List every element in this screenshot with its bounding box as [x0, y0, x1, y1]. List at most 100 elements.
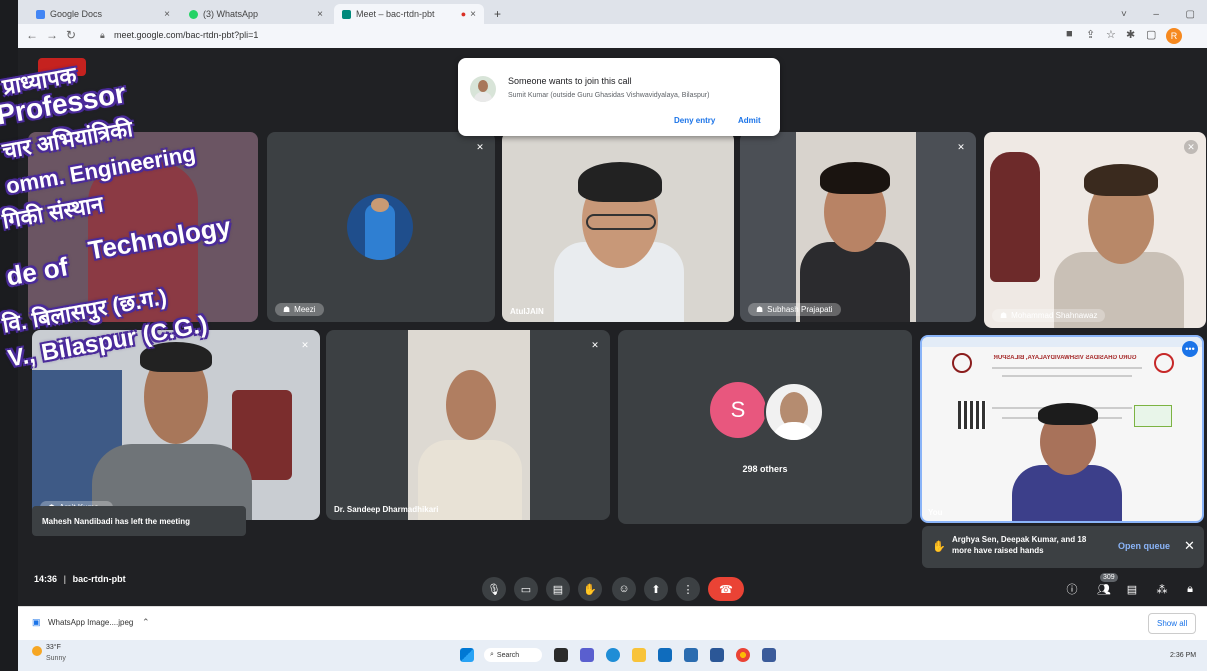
- participant-name: [36, 312, 52, 316]
- join-request-detail: Sumit Kumar (outside Guru Ghasidas Vishw…: [508, 92, 710, 99]
- microphone-button[interactable]: 🎙︎: [482, 577, 506, 601]
- hand-icon: ✋: [583, 583, 597, 596]
- glasses: [586, 214, 656, 230]
- chrome-icon[interactable]: [736, 648, 750, 662]
- meet-icon: [342, 9, 351, 19]
- browser-tab-bar: Google Docs × (3) WhatsApp × Meet – bac-…: [18, 0, 1207, 24]
- address-bar: ← → ↻ 🔒︎ meet.google.com/bac-rtdn-pbt?pl…: [18, 24, 1207, 48]
- others-avatar-initial: S: [710, 382, 766, 438]
- end-call-button[interactable]: ☎: [708, 577, 744, 601]
- task-view-icon[interactable]: [554, 648, 568, 662]
- info-icon: ⓘ: [1066, 584, 1078, 596]
- download-item[interactable]: WhatsApp Image....jpeg: [48, 618, 133, 627]
- more-options-button[interactable]: ⋮: [676, 577, 700, 601]
- avatar: [470, 76, 496, 102]
- store-icon[interactable]: [658, 648, 672, 662]
- chat-icon[interactable]: [580, 648, 594, 662]
- profile-avatar[interactable]: R: [1166, 28, 1182, 44]
- deny-entry-button[interactable]: Deny entry: [674, 116, 715, 125]
- mic-off-icon: ✕: [591, 339, 599, 350]
- more-vert-icon: ⋮: [682, 583, 694, 596]
- windows-start-icon[interactable]: [460, 648, 474, 662]
- others-tile[interactable]: S 298 others: [618, 330, 912, 524]
- close-icon[interactable]: ×: [164, 9, 170, 20]
- meeting-time: 14:36: [34, 574, 58, 584]
- raise-hand-button[interactable]: ✋: [578, 577, 602, 601]
- people-icon: 👥︎: [1097, 583, 1111, 596]
- captions-icon: ▤: [552, 583, 564, 596]
- show-all-button[interactable]: Show all: [1148, 613, 1197, 634]
- participant-tile-1[interactable]: [28, 132, 258, 322]
- presentation-tile[interactable]: GURU GHASIDAS VISHWAVIDYALAYA, BILASPUR …: [920, 335, 1204, 523]
- participant-video: [88, 162, 198, 322]
- logo-icon: [1154, 353, 1174, 373]
- avatar: [764, 382, 824, 442]
- reactions-button[interactable]: ☺: [612, 577, 636, 601]
- search-label: Search: [496, 651, 520, 659]
- search-box[interactable]: ⌕ Search: [484, 648, 542, 662]
- new-tab-button[interactable]: +: [486, 4, 506, 24]
- chat-button[interactable]: ▤: [1120, 577, 1144, 601]
- file-explorer-icon[interactable]: [632, 648, 646, 662]
- app-icon[interactable]: [710, 648, 724, 662]
- share-icon[interactable]: ⇪: [1086, 28, 1095, 41]
- people-count-badge: 309: [1100, 573, 1118, 582]
- participant-tile-atuljain[interactable]: AtulJAIN: [502, 132, 734, 322]
- activities-icon: ⁂: [1156, 583, 1168, 596]
- present-icon: ⬆: [651, 583, 661, 596]
- emoji-icon: ☺: [618, 583, 630, 595]
- forward-icon[interactable]: →: [46, 28, 58, 42]
- raised-hand-icon: ✋: [932, 541, 946, 553]
- docs-icon: [36, 9, 45, 19]
- participant-tile-shahnawaz[interactable]: ✕ ☗ Mohammad Shahnawaz: [984, 132, 1206, 328]
- mail-icon[interactable]: [684, 648, 698, 662]
- close-icon[interactable]: ✕: [1184, 538, 1195, 554]
- mic-off-icon: ✕: [476, 141, 484, 152]
- mic-off-icon: ✕: [957, 141, 965, 152]
- tab-label: (3) WhatsApp: [203, 9, 259, 19]
- bookmark-star-icon[interactable]: ☆: [1106, 28, 1116, 41]
- sidebar-icon[interactable]: ▢: [1146, 28, 1156, 41]
- url-input[interactable]: meet.google.com/bac-rtdn-pbt?pli=1: [114, 30, 258, 40]
- meeting-details-button[interactable]: ⓘ: [1060, 577, 1084, 601]
- tab-meet[interactable]: Meet – bac-rtdn-pbt ● ×: [334, 4, 484, 24]
- participant-tile-meezi[interactable]: ✕ ☗ Meezi: [267, 132, 495, 322]
- camera-icon[interactable]: ■: [1066, 28, 1073, 40]
- participant-name: Dr. Sandeep Dharmadhikari: [334, 505, 439, 514]
- raised-hands-toast: ✋ Arghya Sen, Deepak Kumar, and 18 more …: [922, 526, 1204, 568]
- close-icon[interactable]: ×: [317, 9, 323, 20]
- tab-google-docs[interactable]: Google Docs ×: [28, 4, 178, 24]
- app-icon[interactable]: [762, 648, 776, 662]
- admit-button[interactable]: Admit: [738, 116, 761, 125]
- tab-whatsapp[interactable]: (3) WhatsApp ×: [181, 4, 331, 24]
- meeting-code: bac-rtdn-pbt: [72, 574, 126, 584]
- edge-icon[interactable]: [606, 648, 620, 662]
- activities-button[interactable]: ⁂: [1150, 577, 1174, 601]
- raised-hands-text: Arghya Sen, Deepak Kumar, and 18 more ha…: [952, 535, 1087, 555]
- present-button[interactable]: ⬆: [644, 577, 668, 601]
- lock-icon: 🔒︎: [100, 30, 105, 40]
- extensions-icon[interactable]: ✱: [1126, 28, 1135, 41]
- more-options-icon[interactable]: •••: [1182, 341, 1198, 357]
- participant-tile-sandeep[interactable]: ✕ Dr. Sandeep Dharmadhikari: [326, 330, 610, 520]
- close-icon[interactable]: ×: [470, 9, 476, 20]
- person-icon: ☗: [756, 305, 764, 314]
- participant-tile-arpit[interactable]: ✕ ☗Arpit Kuma...: [32, 330, 320, 520]
- recording-dot-icon: ●: [460, 9, 467, 19]
- university-logo-icon: [952, 353, 972, 373]
- left-meeting-toast: Mahesh Nandibadi has left the meeting: [32, 506, 246, 536]
- open-queue-button[interactable]: Open queue: [1118, 541, 1170, 551]
- participant-tile-subhash[interactable]: ✕ ☗ Subhash Prajapati: [740, 132, 976, 322]
- chevron-up-icon[interactable]: ⌃: [142, 617, 150, 628]
- restore-icon[interactable]: ▢: [1186, 9, 1195, 20]
- minimize-icon[interactable]: –: [1153, 9, 1159, 20]
- slide-heading: GURU GHASIDAS VISHWAVIDYALAYA, BILASPUR: [993, 355, 1137, 361]
- back-icon[interactable]: ←: [26, 28, 38, 42]
- reload-icon[interactable]: ↻: [66, 28, 76, 42]
- host-controls-button[interactable]: 🔒︎: [1178, 577, 1202, 601]
- camera-button[interactable]: ▭: [514, 577, 538, 601]
- weather-temp: 33°F: [46, 644, 61, 651]
- captions-button[interactable]: ▤: [546, 577, 570, 601]
- chat-icon: ▤: [1126, 583, 1138, 596]
- chevron-down-icon[interactable]: ˅: [1121, 9, 1127, 20]
